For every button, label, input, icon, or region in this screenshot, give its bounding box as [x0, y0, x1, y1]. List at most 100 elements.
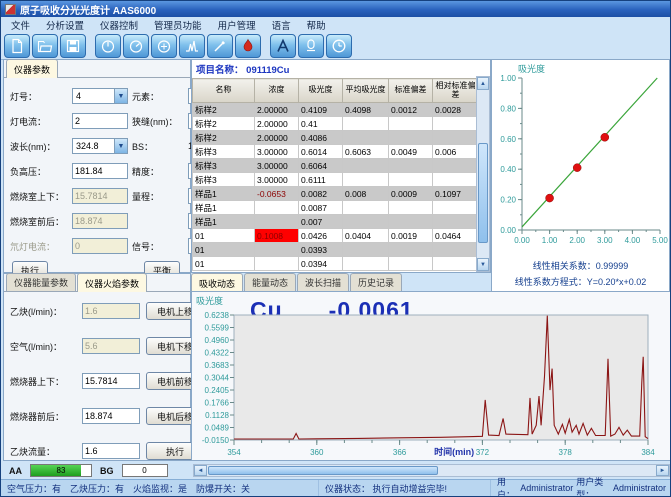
- scroll-left-icon[interactable]: ◄: [194, 465, 207, 476]
- neg-hv-label: 负高压：: [10, 165, 68, 178]
- table-row[interactable]: 标样33.000000.60140.60630.00490.006: [193, 145, 479, 159]
- new-file-button[interactable]: [4, 34, 30, 58]
- precision-label: 精度：: [132, 165, 184, 178]
- peaks-button[interactable]: [179, 34, 205, 58]
- svg-text:0.40: 0.40: [500, 165, 516, 174]
- column-header[interactable]: 吸光度: [299, 79, 343, 103]
- gauge-energy-button[interactable]: [123, 34, 149, 58]
- scroll-right-icon[interactable]: ►: [656, 465, 669, 476]
- tab-instrument-params[interactable]: 仪器参数: [6, 59, 58, 78]
- scrollbar-thumb[interactable]: [478, 143, 488, 243]
- column-header[interactable]: 浓度: [255, 79, 299, 103]
- tab-dynamics-1[interactable]: 能量动态: [244, 273, 296, 291]
- column-header[interactable]: 相对标准偏差: [433, 79, 479, 103]
- column-header[interactable]: 名称: [193, 79, 255, 103]
- user-type-value: Administrator: [613, 483, 666, 493]
- lamp-icon: [303, 38, 319, 54]
- table-cell: 0.41: [299, 117, 343, 131]
- menu-item[interactable]: 文件: [11, 18, 30, 32]
- menu-item[interactable]: 用户管理: [218, 18, 256, 32]
- flame-field-label: 乙炔(l/min)：: [10, 305, 76, 318]
- burner-ud-input: [72, 188, 128, 204]
- flame-button[interactable]: [235, 34, 261, 58]
- menu-item[interactable]: 分析设置: [46, 18, 84, 32]
- save-button[interactable]: [60, 34, 86, 58]
- flame-field-input[interactable]: [82, 373, 140, 389]
- table-cell: [433, 159, 479, 173]
- menu-item[interactable]: 帮助: [307, 18, 326, 32]
- table-row[interactable]: 样品10.007: [193, 215, 479, 229]
- gauge-100-button[interactable]: [151, 34, 177, 58]
- flame-field-input[interactable]: [82, 408, 140, 424]
- svg-text:5.00: 5.00: [652, 236, 668, 245]
- tab-flame-0[interactable]: 仪器能量参数: [6, 273, 76, 291]
- flame-field-label: 空气(l/min)：: [10, 340, 76, 353]
- table-cell: [389, 131, 433, 145]
- table-row[interactable]: 标样22.000000.41: [193, 117, 479, 131]
- table-cell: [343, 131, 389, 145]
- table-cell: 标样3: [193, 145, 255, 159]
- table-row[interactable]: 010.0393: [193, 243, 479, 257]
- tab-dynamics-0[interactable]: 吸收动态: [191, 273, 243, 292]
- svg-text:378: 378: [559, 448, 573, 457]
- table-scrollbar[interactable]: ▲ ▼: [476, 76, 490, 272]
- flame-field-input[interactable]: [82, 443, 140, 459]
- wavelength-select[interactable]: 324.8▼: [72, 138, 128, 154]
- tab-flame-1[interactable]: 仪器火焰参数: [77, 273, 147, 292]
- svg-text:384: 384: [641, 448, 655, 457]
- table-row[interactable]: 010.0394: [193, 257, 479, 271]
- lamp-button[interactable]: [298, 34, 324, 58]
- table-row[interactable]: 标样33.000000.6111: [193, 173, 479, 187]
- table-cell: 标样2: [193, 103, 255, 117]
- table-cell: 0.0087: [299, 201, 343, 215]
- table-cell: 0.0049: [389, 145, 433, 159]
- table-row[interactable]: 标样22.000000.4086: [193, 131, 479, 145]
- table-cell: 0.6064: [299, 159, 343, 173]
- toolbar: [1, 32, 670, 60]
- wavelength-label: 波长(nm)：: [10, 140, 68, 153]
- table-cell: [433, 243, 479, 257]
- menu-item[interactable]: 仪器控制: [100, 18, 138, 32]
- autosampler-button[interactable]: [270, 34, 296, 58]
- table-cell: [389, 159, 433, 173]
- scroll-up-icon[interactable]: ▲: [477, 77, 489, 90]
- table-row[interactable]: 010.10080.04260.04040.00190.0464: [193, 229, 479, 243]
- save-icon: [65, 38, 81, 54]
- table-cell: 0.0404: [343, 229, 389, 243]
- table-row[interactable]: 样品10.0087: [193, 201, 479, 215]
- svg-text:2.00: 2.00: [569, 236, 585, 245]
- table-cell: 0.0019: [389, 229, 433, 243]
- lamp-current-input[interactable]: [72, 113, 128, 129]
- scroll-down-icon[interactable]: ▼: [477, 258, 489, 271]
- lamp-no-select[interactable]: 4▼: [72, 88, 128, 104]
- table-row[interactable]: 标样33.000000.6064: [193, 159, 479, 173]
- burner-ud-label: 燃烧室上下：: [10, 190, 68, 203]
- chevron-down-icon: ▼: [114, 139, 127, 153]
- open-folder-button[interactable]: [32, 34, 58, 58]
- hscrollbar-thumb[interactable]: [208, 466, 438, 475]
- svg-text:0.00: 0.00: [500, 226, 516, 235]
- column-header[interactable]: 标准偏差: [389, 79, 433, 103]
- table-cell: [343, 117, 389, 131]
- wash-icon: [212, 38, 228, 54]
- menu-item[interactable]: 管理员功能: [154, 18, 202, 32]
- wash-button[interactable]: [207, 34, 233, 58]
- timer-button[interactable]: [326, 34, 352, 58]
- table-cell: [343, 159, 389, 173]
- menu-item[interactable]: 语言: [272, 18, 291, 32]
- neg-hv-input[interactable]: [72, 163, 128, 179]
- flame-params-panel: 仪器能量参数仪器火焰参数 乙炔(l/min)：电机上移空气(l/min)：电机下…: [3, 273, 191, 461]
- results-table: 名称浓度吸光度平均吸光度标准偏差相对标准偏差 标样22.000000.41090…: [192, 78, 479, 271]
- tab-dynamics-3[interactable]: 历史记录: [350, 273, 402, 291]
- table-cell: 0.6014: [299, 145, 343, 159]
- project-name-label: 项目名称：: [196, 65, 244, 76]
- table-row[interactable]: 样品1-0.06530.00820.0080.00090.1097: [193, 187, 479, 201]
- gauge-lamp-button[interactable]: [95, 34, 121, 58]
- column-header[interactable]: 平均吸光度: [343, 79, 389, 103]
- table-cell: 3.00000: [255, 145, 299, 159]
- instrument-params-panel: 仪器参数 灯号： 4▼ 元素： Cu▼ 灯电流： 狭缝(nm)： 0.2▼ 波长…: [3, 59, 191, 273]
- tab-dynamics-2[interactable]: 波长扫描: [297, 273, 349, 291]
- table-row[interactable]: 标样22.000000.41090.40980.00120.0028: [193, 103, 479, 117]
- flame-field-label: 燃烧器上下：: [10, 375, 76, 388]
- burner-fb-label: 燃烧室前后：: [10, 215, 68, 228]
